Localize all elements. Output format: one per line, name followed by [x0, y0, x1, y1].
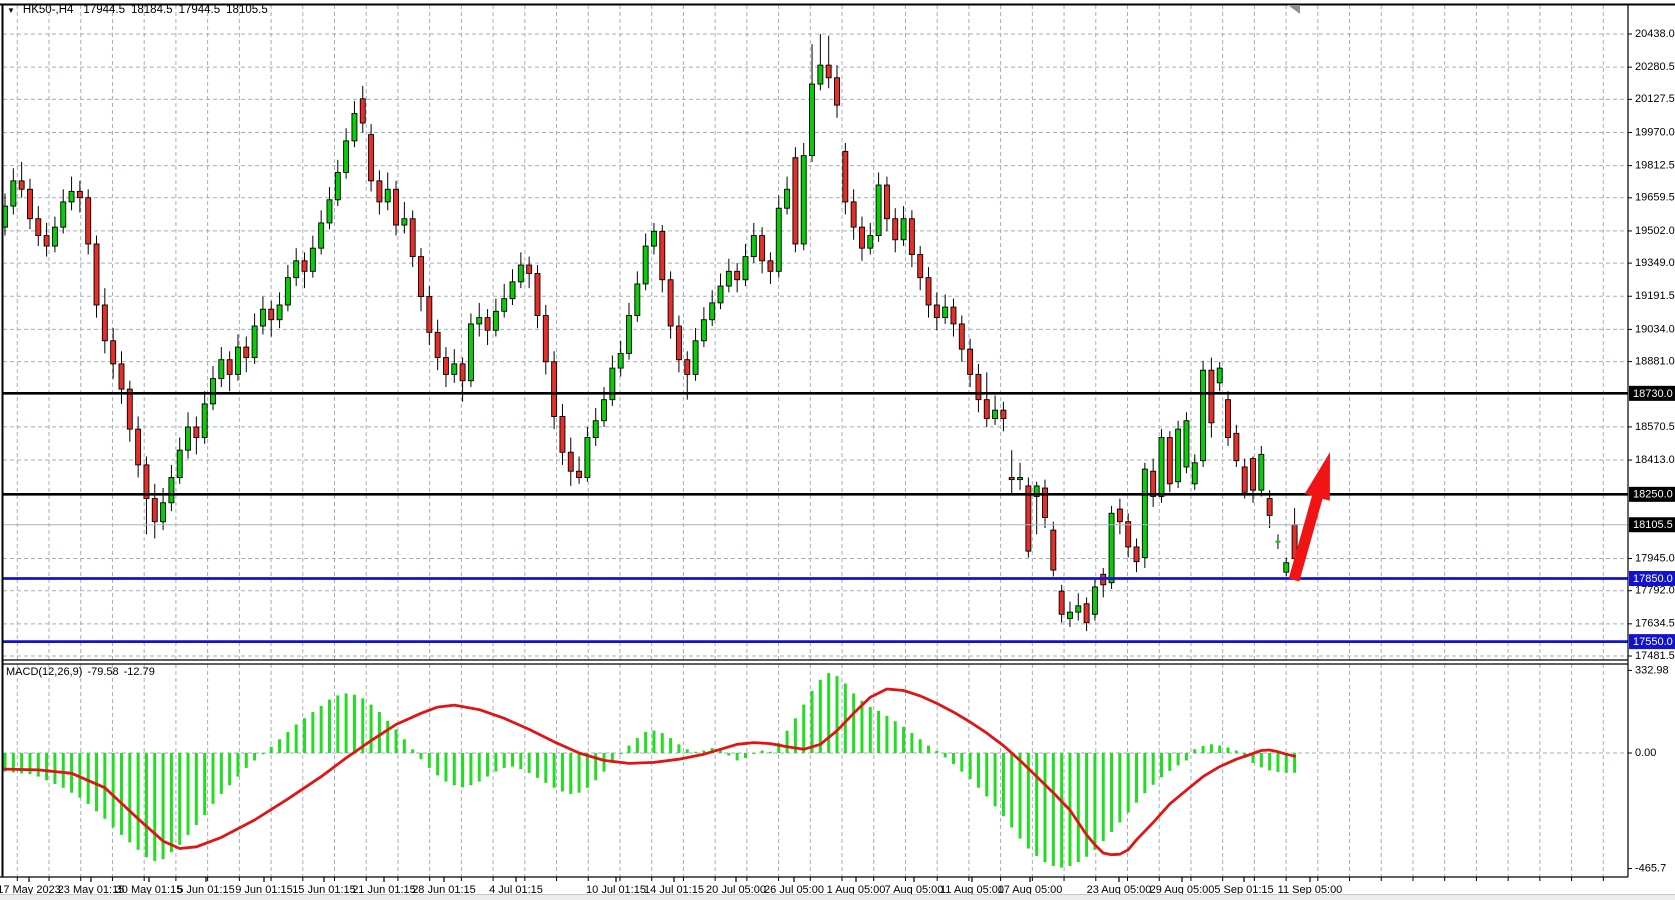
price-axis-label: 17792.0: [1635, 585, 1675, 597]
price-axis-label: 19034.0: [1635, 323, 1675, 335]
price-axis-label: 17634.5: [1635, 618, 1675, 630]
ohlc-high: 18184.5: [131, 4, 173, 16]
symbol-period-label: HK50-,H4: [23, 4, 74, 16]
price-tag-label: 17550.0: [1633, 636, 1673, 648]
macd-axis: 332.98 0.00 -465.7: [1628, 664, 1669, 874]
price-tag-label: 18730.0: [1633, 388, 1673, 400]
candlestick-chart[interactable]: 20438.0 20280.5 20127.5 19970.0 19812.5 19659…: [0, 0, 1675, 900]
price-axis-label: 20127.5: [1635, 93, 1675, 105]
price-tag-label: 18250.0: [1633, 489, 1673, 501]
price-axis-label: 19191.5: [1635, 290, 1675, 302]
horizontal-lines: [3, 393, 1628, 641]
price-axis-label: 19659.5: [1635, 192, 1675, 204]
price-axis-label: 17945.0: [1635, 552, 1675, 564]
trading-chart-window: 20438.0 20280.5 20127.5 19970.0 19812.5 19659…: [0, 0, 1675, 900]
price-tag-label: 17850.0: [1633, 573, 1673, 585]
macd-signal-line: [5, 689, 1295, 855]
macd-indicator-label: MACD(12,26,9) -79.58 -12.79: [6, 666, 155, 678]
macd-name: MACD(12,26,9): [6, 666, 82, 678]
price-axis-label: 19502.0: [1635, 225, 1675, 237]
macd-axis-label: -465.7: [1635, 862, 1666, 874]
expand-arrow-icon[interactable]: ▼: [7, 6, 15, 15]
macd-histogram: [4, 673, 1297, 868]
symbol-info-bar: ▼ HK50-,H4 17944.5 18184.5 17944.5 18105…: [7, 4, 268, 16]
price-tag-label: 18105.5: [1633, 519, 1673, 531]
macd-axis-label: 0.00: [1635, 747, 1656, 759]
ohlc-low: 17944.5: [179, 4, 221, 16]
macd-main-value: -79.58: [87, 666, 118, 678]
candles: [3, 34, 1298, 631]
price-axis-label: 18881.0: [1635, 355, 1675, 367]
price-axis-label: 19970.0: [1635, 126, 1675, 138]
price-axis-label: 19812.5: [1635, 160, 1675, 172]
price-axis-label: 18570.5: [1635, 421, 1675, 433]
ohlc-open: 17944.5: [83, 4, 125, 16]
price-axis-label: 20438.0: [1635, 28, 1675, 40]
macd-signal-value: -12.79: [124, 666, 155, 678]
price-axis-label: 17481.5: [1635, 650, 1675, 662]
price-axis-label: 20280.5: [1635, 61, 1675, 73]
macd-axis-label: 332.98: [1635, 664, 1669, 676]
chart-shift-marker-icon[interactable]: [1288, 5, 1300, 14]
price-axis-label: 18413.0: [1635, 454, 1675, 466]
price-axis: 20438.0 20280.5 20127.5 19970.0 19812.5 19659…: [1628, 28, 1675, 662]
price-axis-label: 19349.0: [1635, 257, 1675, 269]
ohlc-close: 18105.5: [226, 4, 268, 16]
window-bottom-edge: [0, 894, 1675, 900]
grid: [3, 5, 1628, 881]
